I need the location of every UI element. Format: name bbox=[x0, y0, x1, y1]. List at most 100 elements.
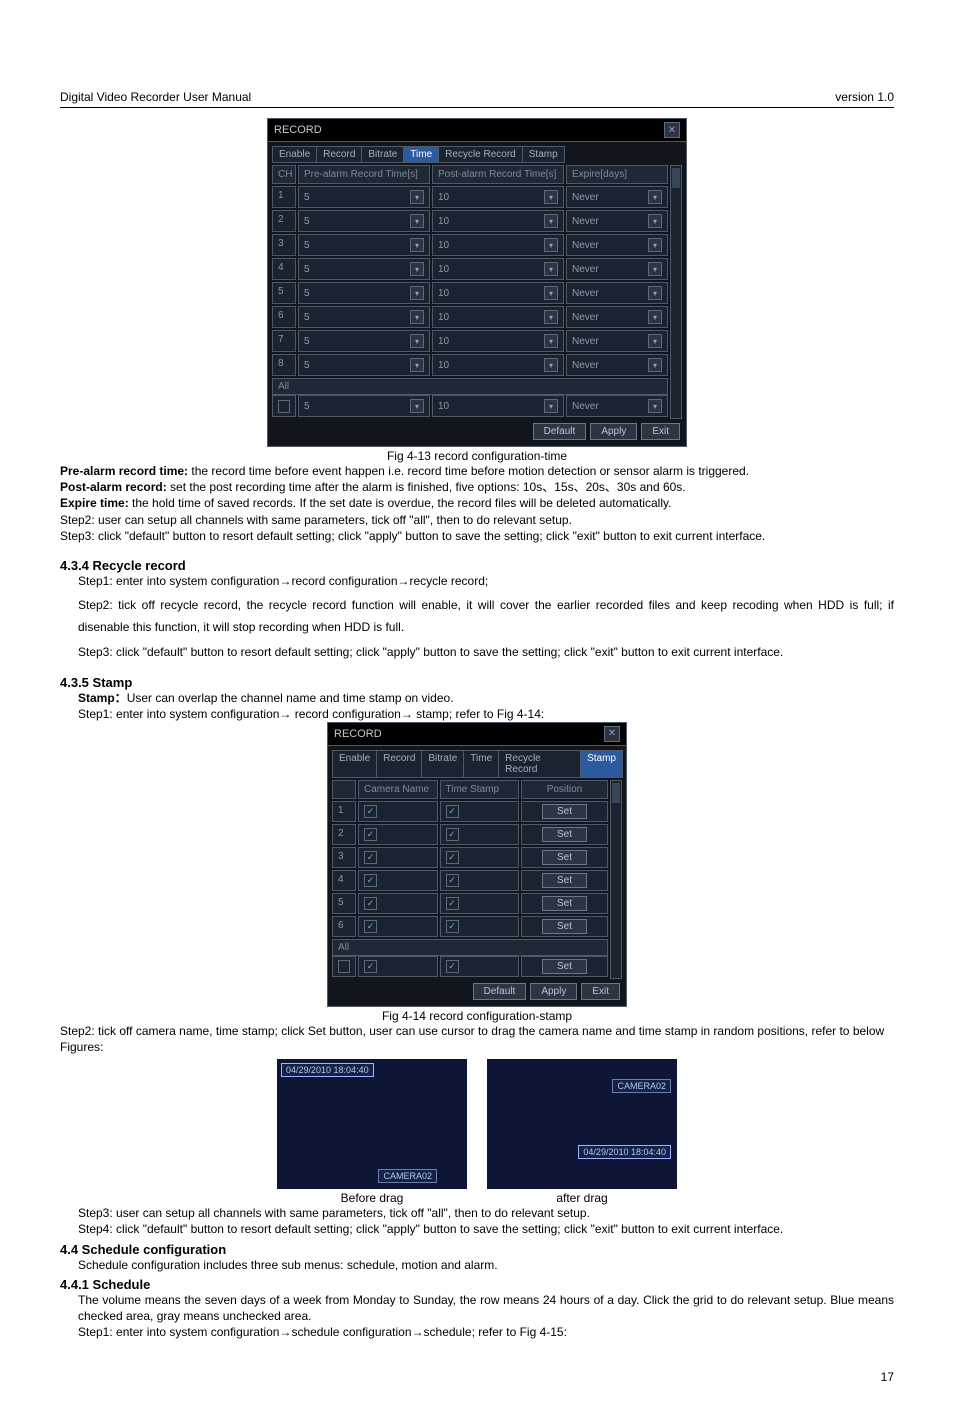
table-row: 3✓✓Set bbox=[332, 847, 608, 868]
pre-select[interactable]: 5▾ bbox=[298, 354, 430, 376]
post-select[interactable]: 10▾ bbox=[432, 306, 564, 328]
col-position: Position bbox=[521, 780, 608, 799]
exp-select[interactable]: Never▾ bbox=[566, 210, 668, 232]
checkbox: ✓ bbox=[446, 920, 459, 933]
ts-check[interactable]: ✓ bbox=[440, 801, 520, 822]
set-button[interactable]: Set bbox=[542, 959, 587, 974]
default-button[interactable]: Default bbox=[533, 423, 587, 440]
tab-bitrate[interactable]: Bitrate bbox=[421, 750, 464, 778]
post-select[interactable]: 10▾ bbox=[432, 186, 564, 208]
exp-select[interactable]: Never▾ bbox=[566, 258, 668, 280]
para3-step3: Step3: user can setup all channels with … bbox=[78, 1205, 894, 1221]
ts-check[interactable]: ✓ bbox=[440, 893, 520, 914]
tab-bitrate[interactable]: Bitrate bbox=[361, 146, 404, 163]
exp-select[interactable]: Never▾ bbox=[566, 282, 668, 304]
cam-check[interactable]: ✓ bbox=[358, 801, 438, 822]
chevron-down-icon: ▾ bbox=[648, 238, 662, 252]
default-button[interactable]: Default bbox=[473, 983, 527, 1000]
all-ts-check[interactable]: ✓ bbox=[440, 956, 520, 977]
tab-stamp[interactable]: Stamp bbox=[522, 146, 565, 163]
post-select[interactable]: 10▾ bbox=[432, 210, 564, 232]
chevron-down-icon: ▾ bbox=[410, 334, 424, 348]
table-row: 5✓✓Set bbox=[332, 893, 608, 914]
chevron-down-icon: ▾ bbox=[544, 214, 558, 228]
all-post-select[interactable]: 10▾ bbox=[432, 395, 564, 417]
post-select[interactable]: 10▾ bbox=[432, 330, 564, 352]
tab-recycle[interactable]: Recycle Record bbox=[498, 750, 581, 778]
chevron-down-icon: ▾ bbox=[544, 334, 558, 348]
tab-time[interactable]: Time bbox=[463, 750, 499, 778]
post-alarm-label: Post-alarm record: bbox=[60, 480, 167, 494]
exp-select[interactable]: Never▾ bbox=[566, 354, 668, 376]
checkbox: ✓ bbox=[446, 828, 459, 841]
ts-check[interactable]: ✓ bbox=[440, 916, 520, 937]
pre-select[interactable]: 5▾ bbox=[298, 210, 430, 232]
cam-check[interactable]: ✓ bbox=[358, 893, 438, 914]
record-tabs: Enable Record Bitrate Time Recycle Recor… bbox=[272, 146, 682, 163]
close-icon[interactable]: ✕ bbox=[604, 726, 620, 742]
ch-cell: 1 bbox=[332, 801, 356, 822]
timestamp-tag[interactable]: 04/29/2010 18:04:40 bbox=[281, 1063, 374, 1077]
pre-select[interactable]: 5▾ bbox=[298, 282, 430, 304]
ts-check[interactable]: ✓ bbox=[440, 847, 520, 868]
tab-recycle[interactable]: Recycle Record bbox=[438, 146, 523, 163]
all-checkbox[interactable] bbox=[338, 960, 350, 973]
tab-enable[interactable]: Enable bbox=[272, 146, 317, 163]
timestamp-tag[interactable]: 04/29/2010 18:04:40 bbox=[578, 1145, 671, 1159]
chevron-down-icon: ▾ bbox=[648, 262, 662, 276]
tab-time[interactable]: Time bbox=[403, 146, 439, 163]
exit-button[interactable]: Exit bbox=[641, 423, 680, 440]
checkbox: ✓ bbox=[364, 920, 377, 933]
apply-button[interactable]: Apply bbox=[530, 983, 577, 1000]
cam-check[interactable]: ✓ bbox=[358, 824, 438, 845]
exit-button[interactable]: Exit bbox=[581, 983, 620, 1000]
cam-check[interactable]: ✓ bbox=[358, 870, 438, 891]
cam-check[interactable]: ✓ bbox=[358, 916, 438, 937]
ts-check[interactable]: ✓ bbox=[440, 870, 520, 891]
pre-select[interactable]: 5▾ bbox=[298, 258, 430, 280]
set-button[interactable]: Set bbox=[542, 850, 587, 865]
exp-select[interactable]: Never▾ bbox=[566, 306, 668, 328]
scrollbar[interactable] bbox=[610, 780, 622, 979]
pre-select[interactable]: 5▾ bbox=[298, 186, 430, 208]
set-button[interactable]: Set bbox=[542, 827, 587, 842]
tab-record[interactable]: Record bbox=[316, 146, 362, 163]
all-checkbox[interactable] bbox=[278, 400, 290, 413]
apply-button[interactable]: Apply bbox=[590, 423, 637, 440]
tab-stamp[interactable]: Stamp bbox=[580, 750, 623, 778]
exp-select[interactable]: Never▾ bbox=[566, 186, 668, 208]
pre-select[interactable]: 5▾ bbox=[298, 306, 430, 328]
s434-step3: Step3: click "default" button to resort … bbox=[78, 644, 894, 660]
table-row: 25▾10▾Never▾ bbox=[272, 210, 668, 232]
close-icon[interactable]: ✕ bbox=[664, 122, 680, 138]
set-button[interactable]: Set bbox=[542, 804, 587, 819]
stamp-label: Stamp： bbox=[78, 691, 127, 705]
s441-text2: Step1: enter into system configuration→s… bbox=[60, 1324, 894, 1340]
set-cell: Set bbox=[521, 916, 608, 937]
cam-check[interactable]: ✓ bbox=[358, 847, 438, 868]
pre-select[interactable]: 5▾ bbox=[298, 234, 430, 256]
pre-select[interactable]: 5▾ bbox=[298, 330, 430, 352]
post-select[interactable]: 10▾ bbox=[432, 282, 564, 304]
camera-tag[interactable]: CAMERA02 bbox=[378, 1169, 437, 1183]
exp-select[interactable]: Never▾ bbox=[566, 330, 668, 352]
camera-tag[interactable]: CAMERA02 bbox=[612, 1079, 671, 1093]
set-button[interactable]: Set bbox=[542, 896, 587, 911]
set-button[interactable]: Set bbox=[542, 919, 587, 934]
ts-check[interactable]: ✓ bbox=[440, 824, 520, 845]
checkbox: ✓ bbox=[446, 874, 459, 887]
page-header: Digital Video Recorder User Manual versi… bbox=[60, 90, 894, 108]
scrollbar[interactable] bbox=[670, 165, 682, 419]
all-pre-select[interactable]: 5▾ bbox=[298, 395, 430, 417]
table-row: 55▾10▾Never▾ bbox=[272, 282, 668, 304]
post-select[interactable]: 10▾ bbox=[432, 258, 564, 280]
all-exp-select[interactable]: Never▾ bbox=[566, 395, 668, 417]
post-select[interactable]: 10▾ bbox=[432, 234, 564, 256]
post-select[interactable]: 10▾ bbox=[432, 354, 564, 376]
set-button[interactable]: Set bbox=[542, 873, 587, 888]
dialog-titlebar: RECORD ✕ bbox=[267, 118, 687, 142]
exp-select[interactable]: Never▾ bbox=[566, 234, 668, 256]
tab-enable[interactable]: Enable bbox=[332, 750, 377, 778]
tab-record[interactable]: Record bbox=[376, 750, 422, 778]
all-cam-check[interactable]: ✓ bbox=[358, 956, 438, 977]
